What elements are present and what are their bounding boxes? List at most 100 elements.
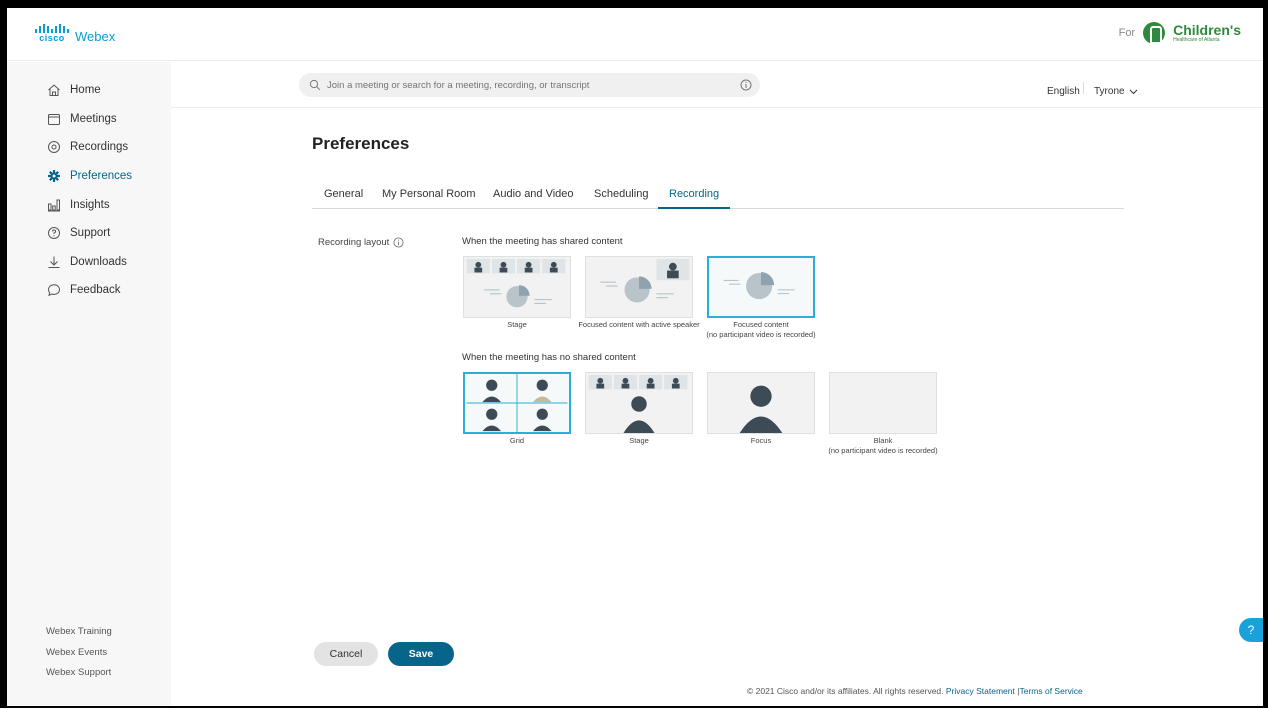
recording-layout-text: Recording layout bbox=[318, 237, 390, 248]
sidebar-item-insights[interactable]: Insights bbox=[7, 190, 171, 219]
save-button[interactable]: Save bbox=[388, 642, 454, 666]
layout-caption: Grid bbox=[452, 436, 582, 446]
insights-icon bbox=[47, 198, 61, 212]
calendar-icon bbox=[47, 112, 61, 126]
search-row: English Tyrone bbox=[171, 62, 1263, 108]
org-name-main: Children's bbox=[1173, 22, 1241, 38]
cisco-wordmark: cisco bbox=[39, 33, 65, 43]
layout-name: Focused content bbox=[733, 320, 789, 329]
gear-icon bbox=[47, 169, 61, 183]
org-branding: For Children's Healthcare of Atlanta bbox=[1119, 22, 1241, 44]
layout-caption: Focused content with active speaker bbox=[574, 320, 704, 330]
help-button[interactable]: ? bbox=[1239, 618, 1263, 642]
layout-option-focused-content-active-speaker[interactable] bbox=[585, 256, 693, 318]
layout-note: (no participant video is recorded) bbox=[706, 330, 816, 339]
layout-caption: Stage bbox=[574, 436, 704, 446]
focused-content-layout-icon bbox=[723, 272, 795, 300]
layout-option-stage-shared[interactable] bbox=[463, 256, 571, 318]
help-icon: ? bbox=[1247, 623, 1255, 637]
terms-of-service-link[interactable]: Terms of Service bbox=[1019, 686, 1082, 696]
layout-name: Focus bbox=[750, 436, 772, 445]
sidebar-footer-links: Webex Training Webex Events Webex Suppor… bbox=[46, 622, 112, 684]
layout-caption: Stage bbox=[452, 320, 582, 330]
info-icon[interactable] bbox=[393, 237, 404, 248]
recording-icon bbox=[47, 140, 61, 154]
search-bar[interactable] bbox=[299, 73, 760, 97]
layout-caption: Blank (no participant video is recorded) bbox=[818, 436, 948, 456]
sidebar-item-recordings[interactable]: Recordings bbox=[7, 133, 171, 162]
sidebar-item-label: Preferences bbox=[70, 170, 133, 183]
language-selector[interactable]: English bbox=[1047, 86, 1080, 97]
layout-option-focused-content[interactable] bbox=[707, 256, 815, 318]
download-icon bbox=[47, 255, 61, 269]
layout-name: Focused content with active speaker bbox=[578, 320, 700, 329]
grid-layout-icon bbox=[466, 374, 568, 432]
tab-scheduling[interactable]: Scheduling bbox=[594, 188, 648, 209]
recording-layout-label: Recording layout bbox=[318, 237, 404, 248]
layout-name: Stage bbox=[507, 320, 527, 329]
sidebar-item-label: Meetings bbox=[70, 112, 117, 125]
sidebar-item-label: Home bbox=[70, 84, 101, 97]
webex-wordmark: Webex bbox=[75, 29, 116, 44]
webex-support-link[interactable]: Webex Support bbox=[46, 663, 112, 684]
childrens-logo-icon bbox=[1143, 22, 1166, 44]
help-circle-icon bbox=[47, 226, 61, 240]
layout-option-stage[interactable] bbox=[585, 372, 693, 434]
no-shared-content-heading: When the meeting has no shared content bbox=[462, 352, 636, 363]
layout-option-focus[interactable] bbox=[707, 372, 815, 434]
sidebar-nav: Home Meetings Recordings Preferences Ins… bbox=[7, 76, 171, 305]
focus-layout-icon bbox=[739, 385, 783, 433]
page-footer: © 2021 Cisco and/or its affiliates. All … bbox=[747, 686, 1083, 696]
sidebar-item-label: Downloads bbox=[70, 255, 127, 268]
sidebar-item-downloads[interactable]: Downloads bbox=[7, 248, 171, 277]
privacy-statement-link[interactable]: Privacy Statement bbox=[946, 686, 1015, 696]
user-name: Tyrone bbox=[1094, 86, 1125, 97]
sidebar-item-label: Recordings bbox=[70, 141, 129, 154]
org-name-sub: Healthcare of Atlanta bbox=[1173, 37, 1220, 43]
sidebar-item-label: Feedback bbox=[70, 284, 121, 297]
stage-layout-icon bbox=[588, 374, 688, 433]
webex-training-link[interactable]: Webex Training bbox=[46, 622, 112, 643]
layout-note: (no participant video is recorded) bbox=[828, 446, 938, 455]
sidebar-item-preferences[interactable]: Preferences bbox=[7, 162, 171, 191]
stage-layout-icon bbox=[466, 258, 566, 308]
layout-name: Stage bbox=[629, 436, 649, 445]
sidebar-item-feedback[interactable]: Feedback bbox=[7, 276, 171, 305]
header-divider bbox=[1083, 82, 1084, 94]
shared-content-heading: When the meeting has shared content bbox=[462, 236, 623, 247]
webex-events-link[interactable]: Webex Events bbox=[46, 643, 112, 664]
webex-window: cisco Webex For Children's Healthcare of… bbox=[7, 8, 1263, 706]
copyright-text: © 2021 Cisco and/or its affiliates. All … bbox=[747, 686, 944, 696]
tab-my-personal-room[interactable]: My Personal Room bbox=[382, 188, 476, 209]
layout-option-grid[interactable] bbox=[463, 372, 571, 434]
cancel-button[interactable]: Cancel bbox=[314, 642, 378, 666]
tab-audio-and-video[interactable]: Audio and Video bbox=[493, 188, 574, 209]
tab-general[interactable]: General bbox=[324, 188, 363, 209]
sidebar: Home Meetings Recordings Preferences Ins… bbox=[7, 62, 171, 706]
sidebar-item-support[interactable]: Support bbox=[7, 219, 171, 248]
user-menu[interactable]: Tyrone bbox=[1094, 86, 1138, 97]
home-icon bbox=[47, 83, 61, 97]
info-icon[interactable] bbox=[740, 79, 752, 91]
layout-caption: Focus bbox=[696, 436, 826, 446]
chevron-down-icon bbox=[1129, 89, 1137, 94]
sidebar-item-meetings[interactable]: Meetings bbox=[7, 105, 171, 134]
chat-bubble-icon bbox=[47, 283, 61, 297]
org-prefix: For bbox=[1118, 27, 1136, 39]
cisco-logo-mark: cisco bbox=[35, 24, 69, 44]
sidebar-item-label: Insights bbox=[70, 198, 110, 211]
page-title: Preferences bbox=[312, 134, 410, 153]
layout-caption: Focused content (no participant video is … bbox=[696, 320, 826, 340]
layout-name: Grid bbox=[509, 436, 525, 445]
preferences-tabs: General My Personal Room Audio and Video… bbox=[312, 182, 1124, 209]
cisco-webex-logo[interactable]: cisco Webex bbox=[35, 24, 115, 44]
cisco-bars-icon bbox=[35, 24, 69, 33]
sidebar-item-home[interactable]: Home bbox=[7, 76, 171, 105]
org-name: Children's Healthcare of Atlanta bbox=[1173, 23, 1241, 43]
sidebar-item-label: Support bbox=[70, 227, 111, 240]
focused-content-speaker-layout-icon bbox=[600, 258, 690, 303]
layout-name: Blank bbox=[873, 436, 893, 445]
search-input[interactable] bbox=[327, 79, 737, 91]
layout-option-blank[interactable] bbox=[829, 372, 937, 434]
tab-recording[interactable]: Recording bbox=[658, 188, 731, 209]
